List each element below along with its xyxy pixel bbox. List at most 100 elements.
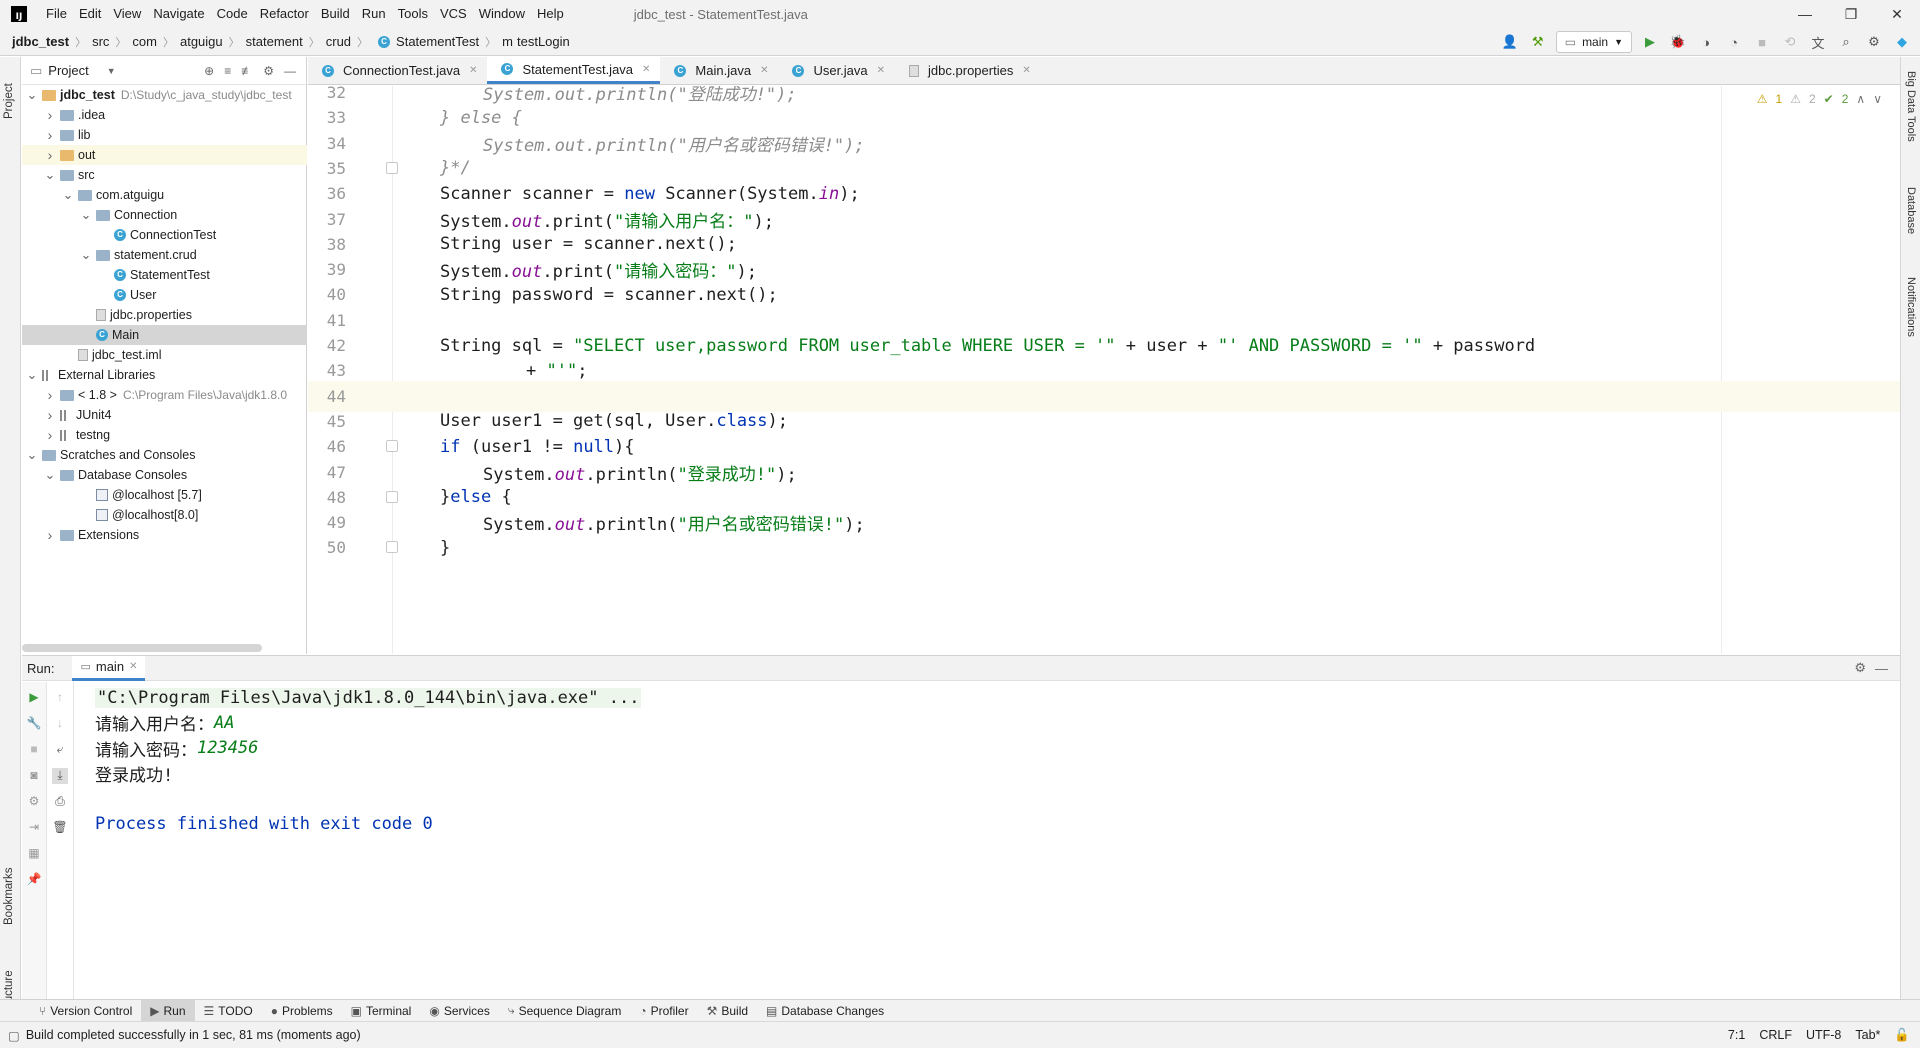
tree-item[interactable]: › out	[22, 145, 307, 165]
profile-icon[interactable]: ◔	[1724, 32, 1744, 52]
tool-window-services[interactable]: ◉ Services	[420, 1000, 499, 1022]
arrow-down-icon[interactable]: ↓	[52, 716, 68, 732]
tree-item[interactable]: › Extensions	[22, 525, 307, 545]
big-data-tools-button[interactable]: Big Data Tools	[1905, 71, 1917, 142]
indent-setting[interactable]: Tab*	[1855, 1028, 1880, 1043]
breadcrumb-item[interactable]: src	[92, 34, 109, 49]
chevron-right-icon[interactable]: ›	[44, 127, 56, 143]
rerun-icon[interactable]: ▶	[26, 690, 42, 706]
tool-window-terminal[interactable]: ▣ Terminal	[342, 1000, 421, 1022]
debug-icon[interactable]: 🐞	[1668, 32, 1688, 52]
code-line[interactable]: 50}	[308, 532, 1900, 563]
menu-view[interactable]: View	[107, 0, 147, 28]
trash-icon[interactable]: 🗑	[52, 820, 68, 836]
exit-icon[interactable]: ⇥	[26, 820, 42, 836]
chevron-down-icon[interactable]: ⌄	[44, 167, 56, 183]
chevron-right-icon[interactable]: ›	[44, 427, 56, 443]
gear-icon[interactable]: ⚙	[263, 64, 274, 78]
console-output[interactable]: "C:\Program Files\Java\jdk1.8.0_144\bin\…	[95, 682, 1900, 999]
editor-tab[interactable]: C StatementTest.java ✕	[487, 57, 661, 84]
menu-window[interactable]: Window	[473, 0, 531, 28]
settings-gear-icon[interactable]: ⚙	[1864, 32, 1884, 52]
close-icon[interactable]: ✕	[129, 661, 137, 672]
notifications-tool-button[interactable]: Notifications	[1905, 277, 1917, 337]
close-icon[interactable]: ✕	[469, 65, 477, 76]
breadcrumb-item[interactable]: com	[132, 34, 157, 49]
breadcrumb-item[interactable]: testLogin	[517, 34, 570, 49]
hide-icon[interactable]: —	[1875, 661, 1888, 676]
editor-tab[interactable]: C User.java ✕	[778, 57, 895, 84]
coverage-icon[interactable]: ◑	[1696, 32, 1716, 52]
hide-icon[interactable]: —	[284, 64, 296, 78]
maximize-button[interactable]: ❐	[1828, 0, 1874, 28]
menu-tools[interactable]: Tools	[392, 0, 434, 28]
chevron-down-icon[interactable]: ⌄	[80, 207, 92, 223]
menu-edit[interactable]: Edit	[73, 0, 107, 28]
chevron-right-icon[interactable]: ›	[44, 407, 56, 423]
camera-icon[interactable]: ◙	[26, 768, 42, 784]
status-message[interactable]: Build completed successfully in 1 sec, 8…	[26, 1028, 361, 1042]
expand-all-icon[interactable]: ≡	[224, 64, 231, 78]
tool-window-sequence-diagram[interactable]: ⤷ Sequence Diagram	[499, 1000, 630, 1022]
database-tool-button[interactable]: Database	[1905, 187, 1917, 234]
tree-item[interactable]: ⌄ src	[22, 165, 307, 185]
tree-item[interactable]: ⌄ External Libraries	[22, 365, 307, 385]
stop-icon[interactable]: ■	[1752, 32, 1772, 52]
chevron-right-icon[interactable]: ›	[44, 387, 56, 403]
lock-icon[interactable]: 🔓	[1894, 1028, 1910, 1043]
project-horizontal-scrollbar[interactable]	[22, 644, 262, 652]
project-tool-button[interactable]: Project	[3, 83, 15, 119]
minimize-button[interactable]: —	[1782, 0, 1828, 28]
line-separator[interactable]: CRLF	[1759, 1028, 1792, 1043]
dump-threads-icon[interactable]: ⚙	[26, 794, 42, 810]
tool-window-build[interactable]: ⚒ Build	[698, 1000, 757, 1022]
tool-window-todo[interactable]: ☰ TODO	[195, 1000, 262, 1022]
menu-navigate[interactable]: Navigate	[147, 0, 210, 28]
chevron-right-icon[interactable]: ›	[44, 147, 56, 163]
breadcrumb-item[interactable]: atguigu	[180, 34, 223, 49]
tree-item[interactable]: › < 1.8 > C:\Program Files\Java\jdk1.8.0	[22, 385, 307, 405]
tree-item[interactable]: ⌄ Connection	[22, 205, 307, 225]
fold-marker-icon[interactable]	[386, 541, 398, 554]
fold-marker-icon[interactable]	[386, 440, 398, 453]
menu-vcs[interactable]: VCS	[434, 0, 473, 28]
chevron-down-icon[interactable]: ⌄	[62, 187, 74, 203]
locate-icon[interactable]: ⊕	[204, 64, 214, 78]
editor-tab[interactable]: jdbc.properties ✕	[895, 57, 1041, 84]
wrench-icon[interactable]: 🔧	[26, 716, 42, 732]
code-editor[interactable]: 32 System.out.println("登陆成功!"); 33} else {…	[308, 86, 1900, 654]
close-icon[interactable]: ✕	[642, 64, 650, 75]
layout-icon[interactable]: ▦	[26, 846, 42, 862]
tree-item[interactable]: ⌄ com.atguigu	[22, 185, 307, 205]
soft-wrap-icon[interactable]: ⤶	[52, 742, 68, 758]
collapse-all-icon[interactable]: ≢	[241, 64, 253, 78]
tree-item[interactable]: ⌄ Scratches and Consoles	[22, 445, 307, 465]
close-icon[interactable]: ✕	[877, 65, 885, 76]
menu-help[interactable]: Help	[531, 0, 570, 28]
run-icon[interactable]: ▶	[1640, 32, 1660, 52]
breadcrumb-item[interactable]: crud	[326, 34, 351, 49]
tool-window-profiler[interactable]: ◔ Profiler	[630, 1000, 697, 1022]
chevron-down-icon[interactable]: ▼	[107, 66, 116, 76]
close-icon[interactable]: ✕	[1022, 65, 1030, 76]
tree-item[interactable]: › .idea	[22, 105, 307, 125]
intellij-logo-icon[interactable]: IJ	[11, 6, 27, 22]
tree-item[interactable]: C StatementTest	[22, 265, 307, 285]
fold-marker-icon[interactable]	[386, 161, 398, 174]
pin-icon[interactable]: 📌	[26, 872, 42, 888]
tree-item[interactable]: ⌄ jdbc_test D:\Study\c_java_study\jdbc_tes…	[22, 85, 307, 105]
run-configuration-select[interactable]: ▭ main ▼	[1555, 31, 1632, 53]
chevron-right-icon[interactable]: ›	[44, 107, 56, 123]
tool-window-database-changes[interactable]: ▤ Database Changes	[757, 1000, 893, 1022]
search-icon[interactable]: ⌕	[1836, 32, 1856, 52]
tool-window-version-control[interactable]: ⑂ Version Control	[30, 1000, 141, 1022]
run-tab-main[interactable]: ▭ main ✕	[72, 655, 146, 681]
fold-marker-icon[interactable]	[386, 490, 398, 503]
file-encoding[interactable]: UTF-8	[1806, 1028, 1841, 1043]
chevron-down-icon[interactable]: ⌄	[80, 247, 92, 263]
plugin-logo-icon[interactable]: ◆	[1892, 32, 1912, 52]
menu-build[interactable]: Build	[315, 0, 356, 28]
arrow-up-icon[interactable]: ↑	[52, 690, 68, 706]
breadcrumb-item[interactable]: statement	[246, 34, 303, 49]
chevron-down-icon[interactable]: ∨	[1873, 92, 1882, 106]
